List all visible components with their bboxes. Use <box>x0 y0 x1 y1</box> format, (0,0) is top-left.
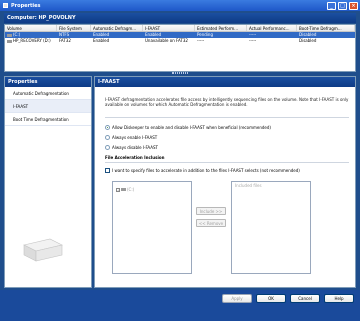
actual-performance: ----- <box>249 38 257 43</box>
main-title: I-FAAST <box>95 77 355 87</box>
col-file-system[interactable]: File System <box>57 25 91 31</box>
help-button[interactable]: Help <box>324 294 354 303</box>
expand-icon[interactable]: + <box>116 187 120 192</box>
include-button[interactable]: Include >> <box>196 207 226 215</box>
included-files-list[interactable]: Included files <box>231 181 311 274</box>
col-estimated[interactable]: Estimated Perform... <box>195 25 247 31</box>
estimated-performance: ----- <box>197 38 205 43</box>
apply-button[interactable]: Apply <box>222 294 252 303</box>
divider <box>105 162 349 163</box>
volume-tree[interactable]: + (C:) <box>112 181 192 274</box>
volume-name: HP_RECOVERY (D:) <box>13 38 51 43</box>
col-ifaast[interactable]: I-FAAST <box>143 25 195 31</box>
ok-button[interactable]: OK <box>256 294 286 303</box>
main-panel: I-FAAST I-FAAST defragmentation accelera… <box>94 76 356 288</box>
close-icon[interactable]: × <box>349 1 358 10</box>
radio-icon[interactable] <box>105 145 110 150</box>
col-auto-defrag[interactable]: Automatic Defragm... <box>91 25 143 31</box>
minimize-icon[interactable]: _ <box>327 1 336 10</box>
option-always-enable[interactable]: Always enable I-FAAST <box>105 135 157 140</box>
computer-header: Computer: HP_POVOLNY <box>4 13 356 23</box>
sidebar-item-boot-time-defrag[interactable]: Boot Time Defragmentation <box>5 113 91 126</box>
boot-time-status: Disabled <box>299 38 317 43</box>
included-files-label: Included files <box>235 183 262 188</box>
app-icon <box>3 3 8 8</box>
sidebar: Properties Automatic Defragmentation I-F… <box>4 76 92 288</box>
file-system: FAT32 <box>59 38 71 43</box>
option-label: Always enable I-FAAST <box>112 135 158 140</box>
radio-icon[interactable] <box>105 135 110 140</box>
hard-drive-illustration <box>23 238 63 262</box>
tree-item-root[interactable]: + (C:) <box>116 187 134 192</box>
auto-defrag-status: Enabled <box>93 38 110 43</box>
title-bar: Properties _ □ × <box>0 0 360 11</box>
volume-table-header: Volume File System Automatic Defragm... … <box>5 25 355 32</box>
volume-name: (C:) <box>13 32 21 37</box>
file-acceleration-title: File Acceleration Inclusion <box>105 155 165 160</box>
drive-icon <box>7 33 12 37</box>
radio-selected-icon[interactable] <box>105 125 110 130</box>
ifaast-description: I-FAAST defragmentation accelerates file… <box>105 97 349 107</box>
splitter-handle[interactable] <box>172 72 188 74</box>
sidebar-item-ifaast[interactable]: I-FAAST <box>5 100 91 113</box>
sidebar-title: Properties <box>5 77 91 87</box>
checkbox-icon[interactable] <box>105 168 110 173</box>
ifaast-status: Unavailable on FAT32 <box>145 38 188 43</box>
option-label: Allow Diskeeper to enable and disable I-… <box>112 125 271 130</box>
col-volume[interactable]: Volume <box>5 25 57 31</box>
cancel-button[interactable]: Cancel <box>290 294 320 303</box>
option-always-disable[interactable]: Always disable I-FAAST <box>105 145 158 150</box>
tree-root-label: (C:) <box>127 187 135 192</box>
remove-button[interactable]: << Remove <box>196 219 226 227</box>
option-allow-diskeeper[interactable]: Allow Diskeeper to enable and disable I-… <box>105 125 271 130</box>
checkbox-label: I want to specify files to accelerate in… <box>112 168 300 173</box>
drive-icon <box>7 39 12 43</box>
volume-table: Volume File System Automatic Defragm... … <box>4 24 356 72</box>
drive-icon <box>121 188 126 191</box>
window-title: Properties <box>11 2 41 9</box>
col-boot-time[interactable]: Boot-Time Defragm... <box>297 25 355 31</box>
sidebar-item-automatic-defrag[interactable]: Automatic Defragmentation <box>5 87 91 100</box>
divider <box>105 117 349 118</box>
table-row[interactable]: HP_RECOVERY (D:) FAT32 Enabled Unavailab… <box>5 38 355 44</box>
specify-files-option[interactable]: I want to specify files to accelerate in… <box>105 168 300 173</box>
col-actual[interactable]: Actual Performanc... <box>247 25 297 31</box>
option-label: Always disable I-FAAST <box>112 145 158 150</box>
maximize-icon[interactable]: □ <box>338 1 347 10</box>
